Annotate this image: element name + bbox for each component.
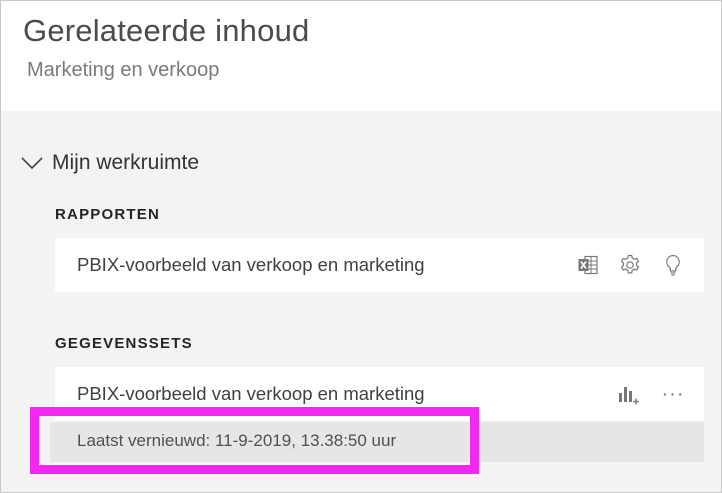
pane-header: Gerelateerde inhoud Marketing en verkoop [1, 1, 721, 111]
workspace-toggle[interactable]: Mijn werkruimte [21, 147, 199, 179]
excel-icon[interactable] [576, 253, 600, 277]
create-report-icon[interactable] [616, 382, 640, 406]
gear-icon[interactable] [618, 253, 642, 277]
related-content-pane: Gerelateerde inhoud Marketing en verkoop… [0, 0, 722, 493]
refresh-status-bar: Laatst vernieuwd: 11-9-2019, 13.38:50 uu… [50, 422, 704, 462]
report-card[interactable]: PBIX-voorbeeld van verkoop en marketing [55, 238, 704, 292]
more-options-icon[interactable]: ··· [658, 382, 688, 406]
last-refreshed-text: Laatst vernieuwd: 11-9-2019, 13.38:50 uu… [77, 431, 397, 450]
report-name[interactable]: PBIX-voorbeeld van verkoop en marketing [77, 254, 425, 276]
workspace-label: Mijn werkruimte [52, 151, 200, 174]
lightbulb-icon[interactable] [661, 253, 685, 277]
datasets-heading: GEGEVENSSETS [55, 335, 193, 352]
dataset-name[interactable]: PBIX-voorbeeld van verkoop en marketing [77, 383, 425, 405]
page-title: Gerelateerde inhoud [23, 13, 310, 48]
chevron-down-icon [21, 157, 43, 170]
reports-heading: RAPPORTEN [55, 206, 160, 223]
dataset-card[interactable]: PBIX-voorbeeld van verkoop en marketing … [55, 367, 704, 421]
page-subtitle: Marketing en verkoop [27, 59, 220, 81]
